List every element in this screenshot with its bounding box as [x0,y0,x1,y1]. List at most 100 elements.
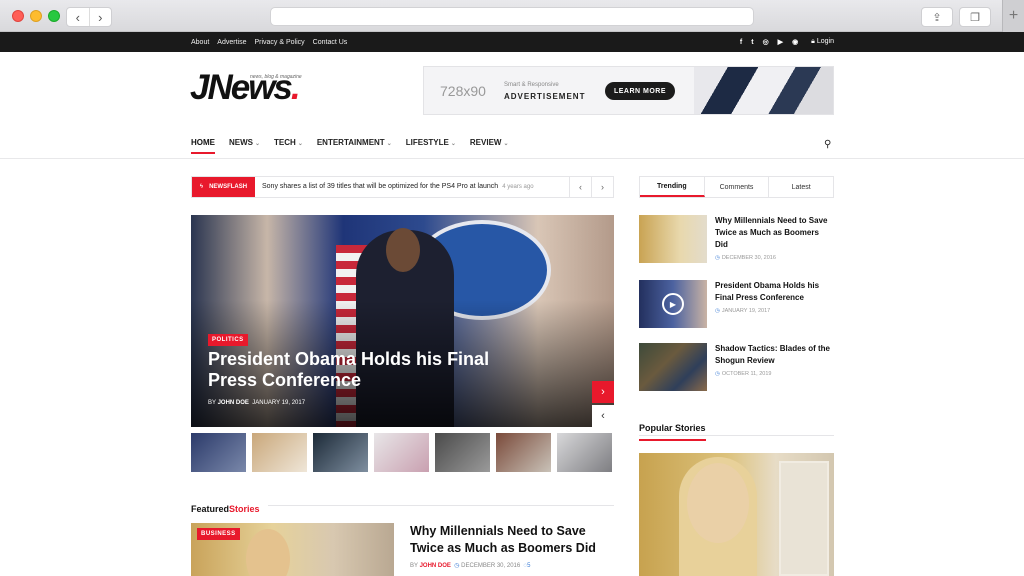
thumbnail[interactable] [313,433,368,472]
logo-tagline: news, blog & magazine [250,74,302,80]
newsflash-prev-button[interactable]: ‹ [569,177,591,197]
top-link-privacy[interactable]: Privacy & Policy [254,39,304,46]
hero-date: JANUARY 19, 2017 [252,400,306,406]
nav-item-review[interactable]: REVIEW ⌄ [470,138,509,154]
ad-size-label: 728x90 [440,83,486,99]
top-link-about[interactable]: About [191,39,209,46]
instagram-icon[interactable]: ◎ [763,38,769,46]
heading-accent: Stories [229,504,260,514]
thumbnail[interactable] [496,433,551,472]
history-nav: ‹ › [66,7,112,27]
list-item[interactable]: Shadow Tactics: Blades of the Shogun Rev… [639,343,834,393]
thumbnail[interactable] [191,433,246,472]
hero-meta: BY JOHN DOE JANUARY 19, 2017 [208,400,306,406]
list-item-date: ◷ DECEMBER 30, 2016 [715,255,776,261]
hero-thumbnails [191,433,612,472]
nav-item-lifestyle[interactable]: LIFESTYLE ⌄ [406,138,456,154]
login-link[interactable]: 🔒︎ Login [811,38,834,46]
top-link-advertise[interactable]: Advertise [217,39,246,46]
share-icon[interactable]: ⇪ [921,7,953,27]
hero-category-badge[interactable]: POLITICS [208,334,248,346]
list-item-title[interactable]: Why Millennials Need to Save Twice as Mu… [715,215,833,251]
list-item-date: ◷ JANUARY 19, 2017 [715,308,770,314]
hero-slider[interactable]: POLITICS President Obama Holds his Final… [191,215,614,427]
newsflash-ticker: ϟ NEWSFLASH Sony shares a list of 39 titl… [191,176,614,198]
list-item[interactable]: Why Millennials Need to Save Twice as Mu… [639,215,834,265]
social-links: f t ◎ ▶ ◉ 🔒︎ Login [740,32,834,52]
browser-chrome: ‹ › ⇪ ❐ + [0,0,1024,32]
featured-title[interactable]: Why Millennials Need to Save Twice as Mu… [410,523,610,557]
lock-icon: 🔒︎ [811,38,815,45]
thumbnail[interactable] [435,433,490,472]
tab-trending[interactable]: Trending [640,177,705,197]
tab-latest[interactable]: Latest [769,177,833,197]
hero-author[interactable]: JOHN DOE [218,400,249,406]
newsflash-next-button[interactable]: › [591,177,613,197]
list-item-title[interactable]: Shadow Tactics: Blades of the Shogun Rev… [715,343,833,367]
featured-image[interactable]: BUSINESS [191,523,394,576]
minimize-window-button[interactable] [30,10,42,22]
popular-heading-text: Popular Stories [639,423,706,441]
main-nav: HOME NEWS ⌄ TECH ⌄ ENTERTAINMENT ⌄ LIFESTYL… [191,138,508,154]
tab-comments[interactable]: Comments [705,177,770,197]
list-item-title[interactable]: President Obama Holds his Final Press Co… [715,280,833,304]
ad-phones-image [694,67,833,114]
hero-next-button[interactable]: › [592,381,614,403]
back-icon[interactable]: ‹ [67,8,90,26]
nav-item-entertainment[interactable]: ENTERTAINMENT ⌄ [317,138,392,154]
chevron-down-icon: ⌄ [386,141,392,147]
featured-heading-text: FeaturedStories [191,504,268,514]
thumbnail[interactable] [557,433,612,472]
new-tab-icon[interactable]: + [1002,0,1024,32]
clock-icon: ◷ [715,255,720,261]
hero-prev-button[interactable]: ‹ [592,405,614,427]
clock-icon: ◷ [454,563,460,569]
tabs-icon[interactable]: ❐ [959,7,991,27]
login-label: Login [816,38,834,45]
nav-label: REVIEW [469,138,502,147]
sidebar-tabs: Trending Comments Latest [639,176,834,198]
featured-category-badge[interactable]: BUSINESS [197,528,240,540]
popular-image-face [687,463,749,543]
nav-item-home[interactable]: HOME [191,138,215,154]
nav-label: NEWS [229,138,253,147]
thumbnail[interactable] [374,433,429,472]
twitter-icon[interactable]: t [751,39,753,46]
popular-stories-heading: Popular Stories [639,418,834,441]
nav-label: TECH [274,138,296,147]
chevron-down-icon: ⌄ [450,141,456,147]
top-link-contact[interactable]: Contact Us [313,39,348,46]
list-item-image [639,343,707,391]
top-links: About Advertise Privacy & Policy Contact… [191,32,347,52]
list-item[interactable]: ▶ President Obama Holds his Final Press … [639,280,834,330]
list-item-image [639,215,707,263]
learn-more-button[interactable]: LEARN MORE [605,82,675,100]
zoom-window-button[interactable] [48,10,60,22]
chevron-down-icon: ⌄ [297,141,303,147]
date-text: JANUARY 19, 2017 [721,308,771,314]
clock-icon: ◷ [715,308,720,314]
featured-comments[interactable]: 5 [527,563,530,569]
featured-author[interactable]: JOHN DOE [420,563,451,569]
thumbnail[interactable] [252,433,307,472]
nav-item-tech[interactable]: TECH ⌄ [274,138,303,154]
featured-date: DECEMBER 30, 2016 [461,563,521,569]
youtube-icon[interactable]: ▶ [778,38,783,46]
newsflash-text: Sony shares a list of 39 titles that wil… [262,183,499,190]
newsflash-time: 4 years ago [502,184,534,190]
address-bar[interactable] [270,7,754,26]
facebook-icon[interactable]: f [740,39,742,46]
nav-item-news[interactable]: NEWS ⌄ [229,138,260,154]
rss-icon[interactable]: ◉ [792,38,798,46]
ad-banner[interactable]: 728x90 Smart & Responsive ADVERTISEMENT … [423,66,834,115]
forward-icon[interactable]: › [90,8,112,26]
popular-story-image[interactable] [639,453,834,576]
hero-title[interactable]: President Obama Holds his Final Press Co… [208,349,528,391]
play-icon[interactable]: ▶ [662,293,684,315]
search-icon[interactable]: ⚲ [824,139,831,150]
top-bar: About Advertise Privacy & Policy Contact… [0,32,1024,52]
nav-label: ENTERTAINMENT [316,138,385,147]
close-window-button[interactable] [12,10,24,22]
list-item-date: ◷ OCTOBER 11, 2019 [715,371,771,377]
newsflash-item[interactable]: Sony shares a list of 39 titles that wil… [262,183,534,190]
